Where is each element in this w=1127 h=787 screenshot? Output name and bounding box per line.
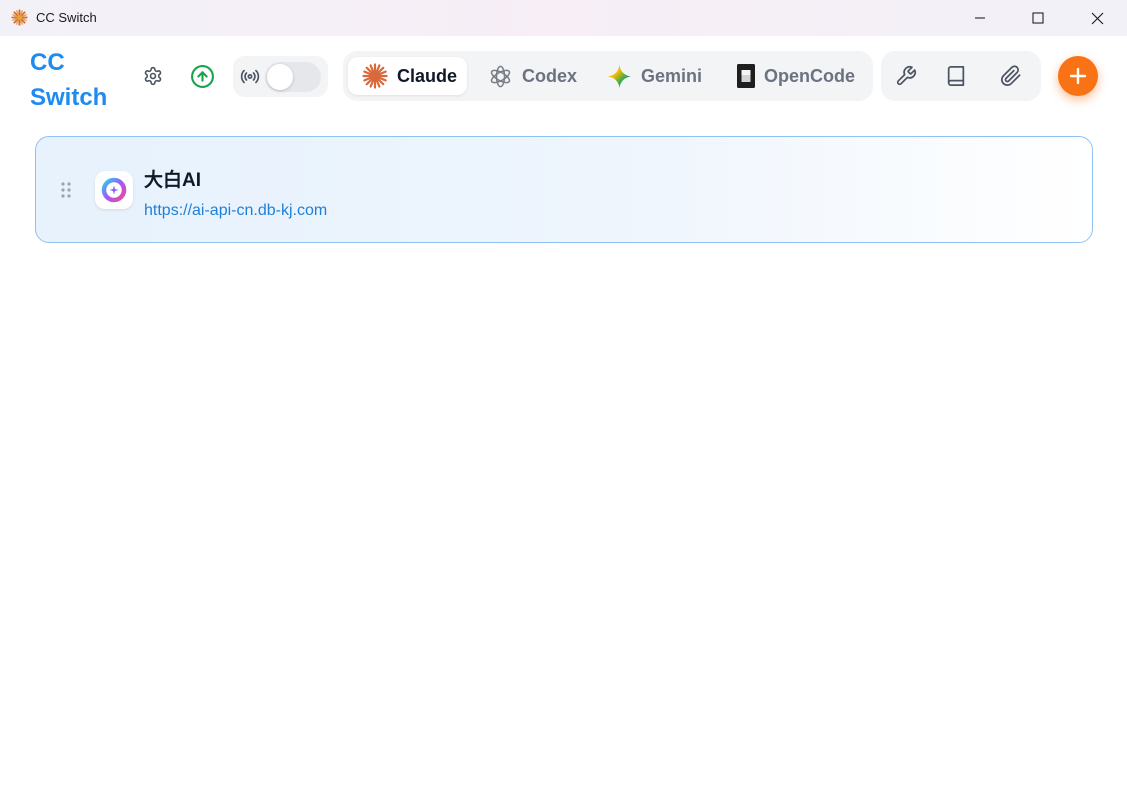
- sunburst-icon: [11, 9, 28, 26]
- settings-button[interactable]: [139, 62, 167, 90]
- book-icon: [947, 65, 965, 87]
- radio-broadcast-icon: [240, 69, 260, 84]
- openai-knot-icon: [490, 65, 511, 87]
- arrow-up-circle-icon: [190, 64, 214, 88]
- minimize-icon: [975, 17, 985, 19]
- gear-icon: [144, 66, 162, 86]
- maximize-button[interactable]: [1010, 0, 1066, 36]
- tab-claude[interactable]: Claude: [348, 57, 467, 95]
- tab-label: Codex: [522, 65, 578, 86]
- provider-url-link[interactable]: https://ai-api-cn.db-kj.com: [144, 202, 327, 220]
- claude-sunburst-icon: [362, 63, 388, 89]
- tab-opencode[interactable]: OpenCode: [723, 57, 868, 95]
- prompts-button[interactable]: [943, 63, 969, 89]
- tool-group: [881, 51, 1041, 101]
- drag-handle-icon[interactable]: [60, 181, 72, 199]
- provider-logo: [95, 171, 133, 209]
- title-bar: CC Switch: [0, 0, 1127, 36]
- proxy-toggle[interactable]: [265, 62, 321, 92]
- toggle-knob: [267, 64, 293, 90]
- upgrade-button[interactable]: [188, 62, 216, 90]
- gemini-sparkle-icon: [608, 64, 631, 88]
- mcp-button[interactable]: [998, 63, 1024, 89]
- provider-name: 大白AI: [144, 170, 202, 191]
- app-brand: CC Switch: [30, 49, 108, 111]
- plus-icon: [1069, 67, 1087, 85]
- tab-codex[interactable]: Codex: [474, 57, 584, 95]
- tab-label: Gemini: [641, 65, 703, 86]
- close-button[interactable]: [1069, 0, 1125, 36]
- wrench-icon: [896, 65, 917, 86]
- tab-label: Claude: [397, 65, 458, 86]
- window-title: CC Switch: [36, 10, 97, 25]
- app-tabs: Claude Codex Gemini OpenCode: [343, 51, 873, 101]
- tab-gemini[interactable]: Gemini: [593, 57, 709, 95]
- minimize-button[interactable]: [952, 0, 1008, 36]
- add-provider-button[interactable]: [1058, 56, 1098, 96]
- provider-card[interactable]: 大白AI https://ai-api-cn.db-kj.com: [35, 136, 1093, 243]
- close-icon: [1091, 12, 1103, 24]
- opencode-icon: [737, 64, 755, 88]
- tab-label: OpenCode: [764, 65, 856, 86]
- paperclip-icon: [1000, 65, 1021, 87]
- maximize-icon: [1032, 12, 1044, 24]
- skills-button[interactable]: [893, 63, 919, 89]
- dabai-ring-icon: [101, 177, 127, 203]
